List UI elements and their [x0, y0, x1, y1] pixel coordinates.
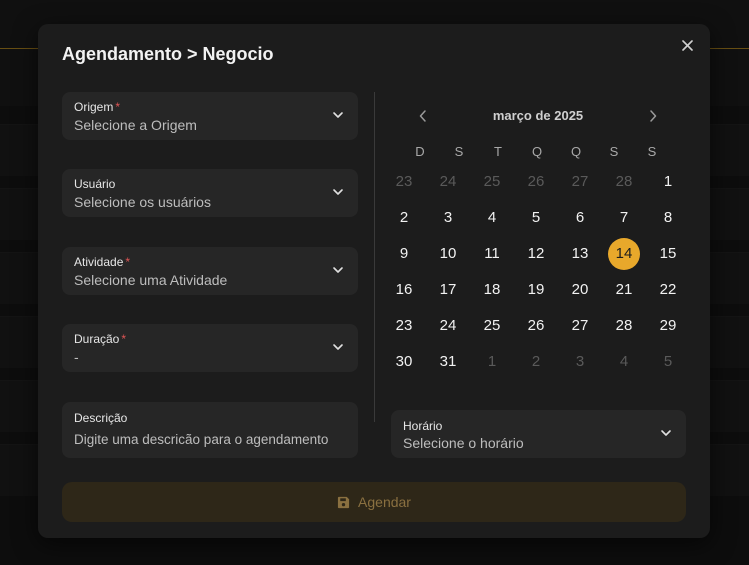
calendar-day[interactable]: 1 — [476, 346, 508, 378]
atividade-value: Selecione uma Atividade — [74, 272, 228, 288]
calendar-day[interactable]: 4 — [608, 346, 640, 378]
close-icon[interactable] — [678, 36, 696, 54]
calendar-day[interactable]: 15 — [652, 238, 684, 270]
calendar-day[interactable]: 28 — [608, 310, 640, 342]
calendar-day[interactable]: 2 — [520, 346, 552, 378]
required-marker: * — [121, 332, 127, 346]
duracao-value: - — [74, 349, 79, 365]
chevron-down-icon — [333, 189, 343, 195]
required-marker: * — [125, 255, 131, 269]
calendar-day[interactable]: 13 — [564, 238, 596, 270]
calendar-day[interactable]: 3 — [564, 346, 596, 378]
weekday-label: Q — [531, 144, 543, 159]
descricao-field[interactable]: Descrição Digite uma descricão para o ag… — [62, 402, 358, 458]
calendar-day[interactable]: 6 — [564, 202, 596, 234]
calendar-day[interactable]: 20 — [564, 274, 596, 306]
descricao-label: Descrição — [74, 411, 128, 425]
horario-select[interactable]: Horário Selecione o horário — [391, 410, 686, 458]
calendar-day[interactable]: 5 — [652, 346, 684, 378]
calendar-day[interactable]: 11 — [476, 238, 508, 270]
chevron-down-icon — [333, 112, 343, 118]
weekday-label: S — [609, 144, 619, 159]
calendar-day[interactable]: 23 — [388, 310, 420, 342]
save-icon — [337, 496, 350, 508]
calendar-day[interactable]: 1 — [652, 166, 684, 198]
atividade-label: Atividade * — [74, 255, 131, 269]
horario-label: Horário — [403, 419, 443, 433]
calendar-day[interactable]: 23 — [388, 166, 420, 198]
calendar-day[interactable]: 5 — [520, 202, 552, 234]
calendar-day[interactable]: 25 — [476, 310, 508, 342]
scheduling-modal: Agendamento > Negocio Origem * Selecione … — [38, 24, 710, 538]
calendar-day[interactable]: 27 — [564, 166, 596, 198]
calendar-day[interactable]: 2 — [388, 202, 420, 234]
calendar-day[interactable]: 4 — [476, 202, 508, 234]
calendar-header: março de 2025 — [390, 94, 686, 138]
duracao-label: Duração * — [74, 332, 127, 346]
calendar-day[interactable]: 29 — [652, 310, 684, 342]
calendar-day[interactable]: 14 — [608, 238, 640, 270]
calendar-weekdays: D S T Q Q S S — [390, 144, 698, 160]
required-marker: * — [115, 100, 121, 114]
modal-title: Agendamento > Negocio — [62, 44, 274, 64]
calendar-day[interactable]: 3 — [432, 202, 464, 234]
chevron-down-icon — [333, 344, 343, 350]
duracao-select[interactable]: Duração * - — [62, 324, 358, 372]
origem-select[interactable]: Origem * Selecione a Origem — [62, 92, 358, 140]
chevron-down-icon — [333, 267, 343, 273]
calendar-day[interactable]: 30 — [388, 346, 420, 378]
calendar-day[interactable]: 19 — [520, 274, 552, 306]
calendar-day[interactable]: 28 — [608, 166, 640, 198]
calendar-day[interactable]: 17 — [432, 274, 464, 306]
calendar-day[interactable]: 27 — [564, 310, 596, 342]
calendar-day[interactable]: 26 — [520, 310, 552, 342]
agendar-label: Agendar — [358, 494, 411, 510]
calendar-day[interactable]: 22 — [652, 274, 684, 306]
calendar-day[interactable]: 24 — [432, 310, 464, 342]
calendar-day[interactable]: 16 — [388, 274, 420, 306]
descricao-input[interactable]: Digite uma descricão para o agendamento — [74, 432, 328, 447]
usuario-value: Selecione os usuários — [74, 194, 211, 210]
atividade-select[interactable]: Atividade * Selecione uma Atividade — [62, 247, 358, 295]
column-divider — [374, 92, 375, 422]
agendar-button[interactable]: Agendar — [62, 482, 686, 522]
calendar-day[interactable]: 24 — [432, 166, 464, 198]
calendar-day[interactable]: 8 — [652, 202, 684, 234]
date-picker: março de 2025 D S T Q Q S S 23 24 25 26 27 28… — [390, 94, 686, 370]
chevron-right-icon[interactable] — [645, 106, 661, 126]
calendar-day[interactable]: 21 — [608, 274, 640, 306]
usuario-label: Usuário — [74, 177, 116, 191]
calendar-day[interactable]: 9 — [388, 238, 420, 270]
chevron-down-icon — [661, 430, 671, 436]
calendar-day[interactable]: 12 — [520, 238, 552, 270]
horario-value: Selecione o horário — [403, 435, 524, 451]
usuario-select[interactable]: Usuário Selecione os usuários — [62, 169, 358, 217]
calendar-day[interactable]: 18 — [476, 274, 508, 306]
weekday-label: S — [647, 144, 657, 159]
weekday-label: D — [415, 144, 425, 159]
calendar-day[interactable]: 10 — [432, 238, 464, 270]
origem-label: Origem * — [74, 100, 121, 114]
origem-value: Selecione a Origem — [74, 117, 197, 133]
calendar-day[interactable]: 26 — [520, 166, 552, 198]
calendar-day[interactable]: 7 — [608, 202, 640, 234]
weekday-label: S — [454, 144, 464, 159]
weekday-label: Q — [570, 144, 582, 159]
calendar-day[interactable]: 25 — [476, 166, 508, 198]
calendar-month-label: março de 2025 — [492, 108, 584, 123]
weekday-label: T — [494, 144, 502, 159]
calendar-day[interactable]: 31 — [432, 346, 464, 378]
